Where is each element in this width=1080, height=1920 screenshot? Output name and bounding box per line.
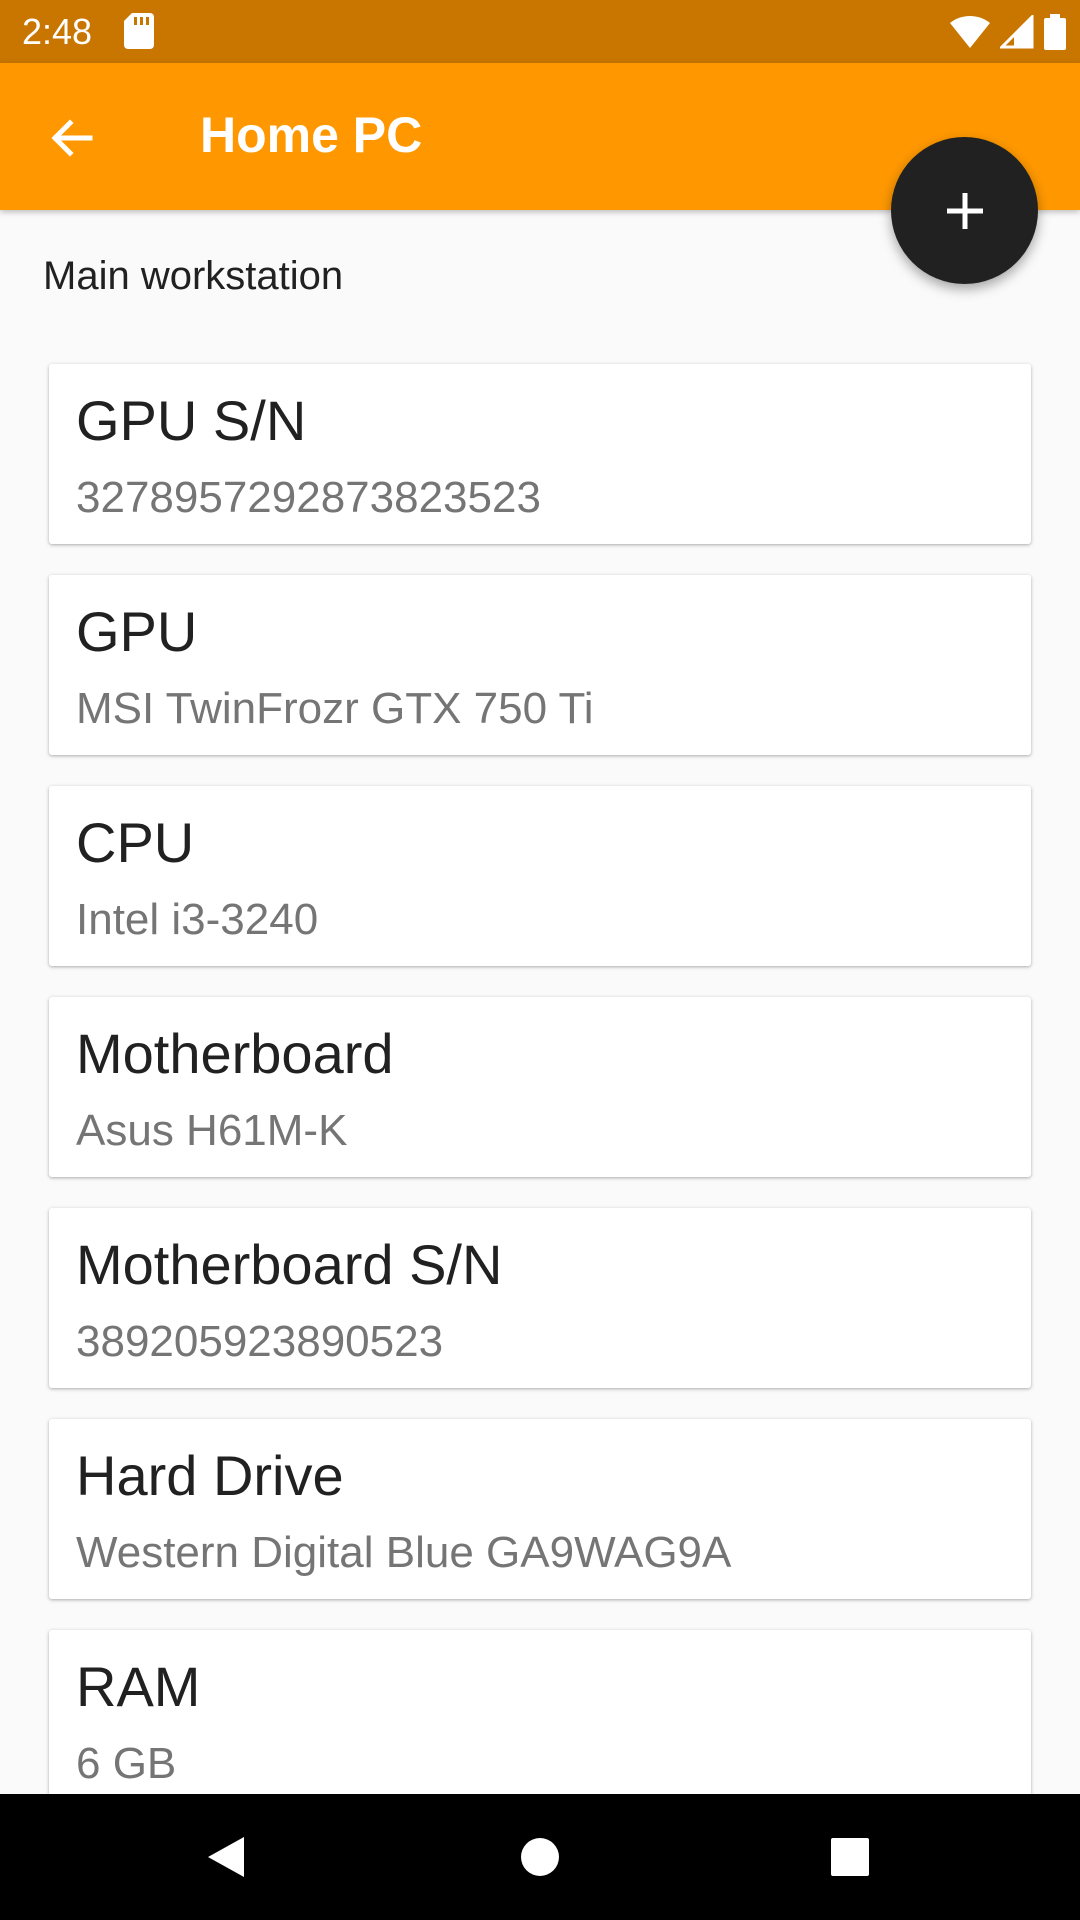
item-title: GPU: [76, 600, 198, 663]
item-value: 389205923890523: [76, 1317, 444, 1366]
item-value: Western Digital Blue GA9WAG9A: [76, 1528, 732, 1577]
item-title: GPU S/N: [76, 389, 307, 452]
list-item[interactable]: RAM 6 GB: [49, 1630, 1031, 1794]
item-title: Motherboard S/N: [76, 1233, 503, 1296]
item-value: Asus H61M-K: [76, 1106, 348, 1155]
item-title: RAM: [76, 1655, 201, 1718]
list-item[interactable]: Motherboard S/N 389205923890523: [49, 1208, 1031, 1388]
nav-back-button[interactable]: [186, 1822, 266, 1892]
page-title: Home PC: [200, 107, 423, 163]
list-item[interactable]: GPU S/N 3278957292873823523: [49, 364, 1031, 544]
item-value: 6 GB: [76, 1739, 177, 1788]
item-title: Motherboard: [76, 1022, 394, 1085]
list-item[interactable]: GPU MSI TwinFrozr GTX 750 Ti: [49, 575, 1031, 755]
plus-icon: [946, 192, 983, 229]
list-item[interactable]: Motherboard Asus H61M-K: [49, 997, 1031, 1177]
nav-back-icon: [208, 1837, 244, 1877]
screen: 2:48 Home PC Main workstation GPU S/N 32…: [0, 0, 1080, 1920]
list-item[interactable]: Hard Drive Western Digital Blue GA9WAG9A: [49, 1419, 1031, 1599]
computer-description: Main workstation: [43, 254, 344, 298]
content-list[interactable]: Main workstation GPU S/N 327895729287382…: [0, 0, 1080, 1794]
nav-recents-icon: [831, 1838, 869, 1876]
list-item[interactable]: CPU Intel i3-3240: [49, 786, 1031, 966]
item-value: Intel i3-3240: [76, 895, 319, 944]
item-value: MSI TwinFrozr GTX 750 Ti: [76, 684, 594, 733]
back-button[interactable]: [30, 96, 114, 180]
arrow-back-icon: [51, 119, 93, 157]
item-title: CPU: [76, 811, 195, 874]
system-nav-bar: [0, 1794, 1080, 1920]
nav-home-icon: [521, 1838, 559, 1876]
add-item-button[interactable]: [891, 137, 1038, 284]
item-value: 3278957292873823523: [76, 473, 541, 522]
item-title: Hard Drive: [76, 1444, 344, 1507]
nav-home-button[interactable]: [500, 1822, 580, 1892]
nav-recents-button[interactable]: [810, 1822, 890, 1892]
